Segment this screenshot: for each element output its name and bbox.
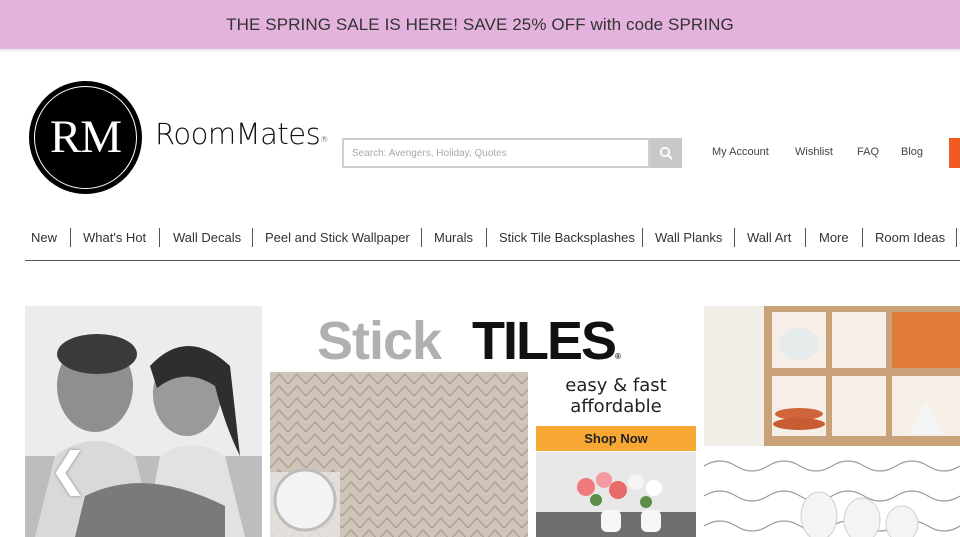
nav-separator (421, 228, 422, 247)
logo-wordmark: RoomMates® (155, 117, 328, 151)
logo-wordmark-text: RoomMates (155, 117, 321, 151)
nav-separator (252, 228, 253, 247)
logo-registered-mark: ® (320, 135, 329, 144)
nav-item-murals[interactable]: Murals (434, 230, 473, 245)
nav-separator (486, 228, 487, 247)
nav-item-new[interactable]: New (31, 230, 57, 245)
hero-carousel[interactable]: Stick TILES® easy & fast affordable Shop… (25, 306, 960, 537)
hero-couple-photo (25, 306, 262, 537)
nav-separator (862, 228, 863, 247)
nav-item-room-ideas[interactable]: Room Ideas (875, 230, 945, 245)
hero-kitchen-photo (703, 306, 960, 537)
hero-tiles-word: TILES (472, 311, 617, 371)
blog-link[interactable]: Blog (901, 146, 923, 158)
nav-separator (159, 228, 160, 247)
kitchen-shelf-illustration (703, 306, 960, 537)
nav-item-wall-planks[interactable]: Wall Planks (655, 230, 722, 245)
chevron-tile-image (270, 372, 528, 537)
wishlist-link[interactable]: Wishlist (795, 146, 833, 158)
nav-item-wall-art[interactable]: Wall Art (747, 230, 791, 245)
search-button[interactable] (650, 138, 682, 168)
hero-tiles-text: TILES® (472, 310, 621, 372)
logo-monogram-badge: RM (29, 81, 142, 194)
nav-separator (805, 228, 806, 247)
hero-registered-mark: ® (615, 352, 621, 361)
shop-now-button[interactable]: Shop Now (536, 426, 696, 451)
hero-tagline-easy-fast: easy & fast (565, 375, 667, 396)
search-input[interactable] (342, 138, 650, 168)
nav-separator (956, 228, 957, 247)
couple-illustration (25, 306, 262, 537)
flowers-image (536, 452, 696, 537)
promo-banner[interactable]: THE SPRING SALE IS HERE! SAVE 25% OFF wi… (0, 0, 960, 49)
faq-link[interactable]: FAQ (857, 146, 879, 158)
promo-text: THE SPRING SALE IS HERE! SAVE 25% OFF wi… (226, 14, 734, 34)
nav-item-wall-decals[interactable]: Wall Decals (173, 230, 241, 245)
main-navigation: New What's Hot Wall Decals Peel and Stic… (25, 225, 960, 261)
nav-item-more[interactable]: More (819, 230, 849, 245)
my-account-link[interactable]: My Account (712, 146, 769, 158)
search-bar (342, 138, 682, 168)
carousel-prev-button[interactable]: ❮ (49, 446, 88, 492)
nav-separator (642, 228, 643, 247)
hero-stick-text: Stick (317, 311, 442, 371)
nav-item-whats-hot[interactable]: What's Hot (83, 230, 146, 245)
nav-item-stick-tile-backsplashes[interactable]: Stick Tile Backsplashes (499, 230, 635, 245)
logo-monogram: RM (49, 110, 122, 163)
cart-button[interactable] (949, 138, 960, 168)
search-icon (659, 146, 673, 160)
hero-stick-tiles-panel: Stick TILES® easy & fast affordable Shop… (262, 306, 704, 537)
nav-separator (734, 228, 735, 247)
hero-tagline-affordable: affordable (570, 396, 662, 417)
nav-separator (70, 228, 71, 247)
roommates-logo[interactable]: RM RoomMates® (29, 81, 329, 195)
nav-item-peel-and-stick-wallpaper[interactable]: Peel and Stick Wallpaper (265, 230, 410, 245)
